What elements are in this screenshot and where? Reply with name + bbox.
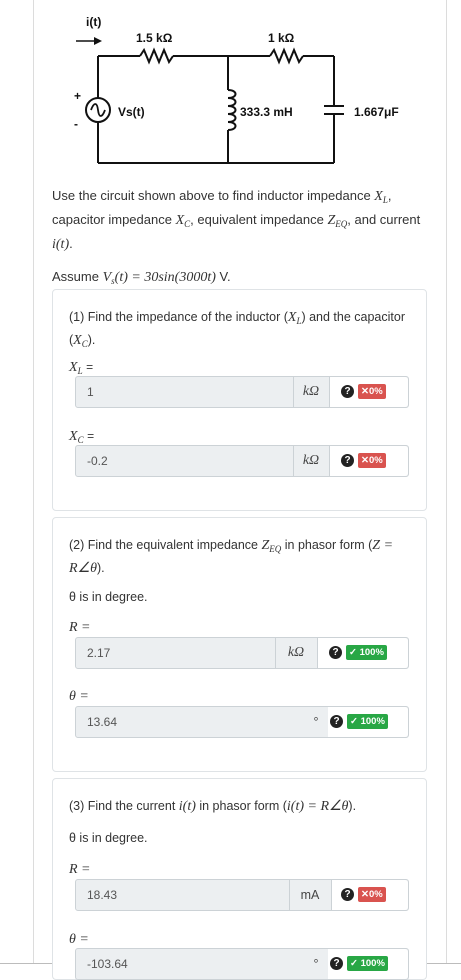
capacitor-label: 1.667μF	[354, 105, 399, 119]
theta-label: θ =	[69, 932, 89, 947]
help-icon[interactable]: ?	[341, 385, 354, 398]
score-badge: ✕0%	[358, 887, 386, 902]
source-plus: +	[74, 89, 81, 103]
r-label: R =	[69, 862, 91, 877]
part2-note: θ is in degree.	[69, 590, 148, 604]
inductor-symbol	[227, 89, 237, 131]
xc-feedback: ? ✕0%	[329, 446, 408, 476]
math-source-eq: Vs(t) = 30sin(3000t)	[102, 270, 216, 286]
inductor-label: 333.3 mH	[240, 105, 293, 119]
help-icon[interactable]: ?	[329, 646, 342, 659]
part1-card: (1) Find the impedance of the inductor (…	[52, 289, 427, 511]
r-label: R =	[69, 620, 91, 635]
help-icon[interactable]: ?	[330, 715, 343, 728]
current-theta-value: -103.64	[87, 957, 128, 971]
source-label: Vs(t)	[118, 105, 145, 119]
current-arrow-head	[94, 37, 102, 45]
xc-input[interactable]: -0.2 kΩ ? ✕0%	[75, 445, 409, 477]
zeq-theta-unit: °	[313, 715, 319, 729]
math-zeq: ZEQ	[327, 213, 348, 229]
source-sine	[90, 103, 106, 117]
zeq-r-feedback: ? ✓ 100%	[317, 638, 408, 668]
score-badge: ✕0%	[358, 384, 386, 399]
xl-unit: kΩ	[293, 377, 328, 407]
part3-question: (3) Find the current i(t) in phasor form…	[69, 799, 357, 814]
current-theta-input[interactable]: -103.64 ° ? ✓ 100%	[75, 948, 409, 980]
x-icon: ✕	[361, 455, 369, 466]
zeq-r-input[interactable]: 2.17 kΩ ? ✓ 100%	[75, 637, 409, 669]
x-icon: ✕	[361, 386, 369, 397]
math-xl: XL	[374, 189, 388, 205]
math-xc: XC	[175, 213, 191, 229]
part3-card: (3) Find the current i(t) in phasor form…	[52, 778, 427, 980]
current-theta-feedback: ? ✓ 100%	[328, 949, 408, 979]
xl-input[interactable]: 1 kΩ ? ✕0%	[75, 376, 409, 408]
resistor-1-symbol	[139, 47, 174, 65]
zeq-theta-feedback: ? ✓ 100%	[328, 707, 408, 737]
xc-label: XC =	[69, 429, 95, 445]
circuit-diagram: i(t) 1.5 kΩ 1 kΩ Vs(t) 333.3 mH 1.667μF …	[74, 15, 399, 164]
score-badge: ✓ 100%	[347, 714, 388, 729]
part1-question: (1) Find the impedance of the inductor (…	[69, 310, 405, 349]
current-label: i(t)	[86, 15, 101, 29]
current-r-value: 18.43	[87, 888, 118, 902]
part2-question: (2) Find the equivalent impedance ZEQ in…	[69, 538, 394, 576]
intro-paragraph: Use the circuit shown above to find indu…	[52, 188, 421, 252]
zeq-theta-value: 13.64	[87, 715, 118, 729]
xl-value: 1	[87, 385, 94, 399]
zeq-r-unit: kΩ	[275, 638, 316, 668]
xc-unit: kΩ	[293, 446, 328, 476]
xl-feedback: ? ✕0%	[329, 377, 408, 407]
zeq-r-value: 2.17	[87, 646, 111, 660]
current-r-unit: mA	[289, 880, 330, 910]
xc-value: -0.2	[87, 454, 108, 468]
assume-paragraph: Assume Vs(t) = 30sin(3000t) V.	[52, 269, 231, 286]
help-icon[interactable]: ?	[341, 454, 354, 467]
problem-intro: Use the circuit shown above to find indu…	[52, 186, 432, 304]
theta-label: θ =	[69, 689, 89, 704]
x-icon: ✕	[361, 889, 369, 900]
current-r-input[interactable]: 18.43 mA ? ✕0%	[75, 879, 409, 911]
part3-note: θ is in degree.	[69, 831, 148, 845]
score-badge: ✕0%	[358, 453, 386, 468]
resistor-2-symbol	[269, 47, 304, 65]
math-it: i(t)	[52, 237, 70, 252]
current-r-feedback: ? ✕0%	[331, 880, 408, 910]
check-icon: ✓	[349, 647, 357, 658]
resistor-2-label: 1 kΩ	[268, 31, 295, 45]
resistor-1-label: 1.5 kΩ	[136, 31, 173, 45]
source-minus: -	[74, 117, 78, 131]
part2-card: (2) Find the equivalent impedance ZEQ in…	[52, 517, 427, 772]
score-badge: ✓ 100%	[346, 645, 387, 660]
help-icon[interactable]: ?	[341, 888, 354, 901]
xl-label: XL =	[69, 360, 94, 376]
check-icon: ✓	[350, 716, 358, 727]
current-theta-unit: °	[313, 957, 319, 971]
zeq-theta-input[interactable]: 13.64 ° ? ✓ 100%	[75, 706, 409, 738]
